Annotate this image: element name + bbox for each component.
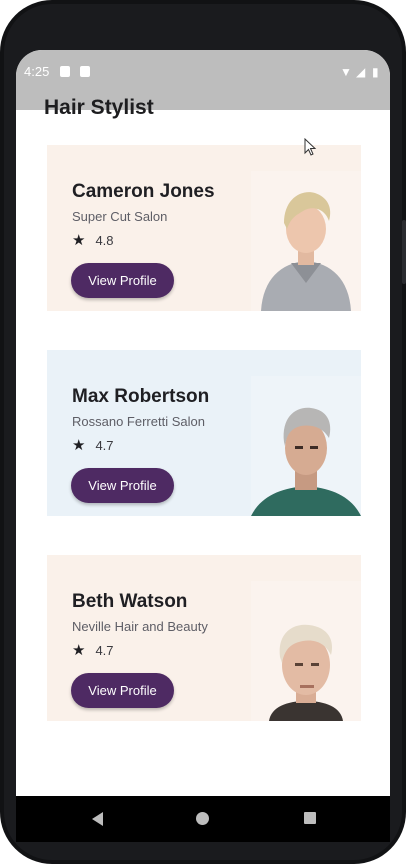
stylist-name: Max Robertson	[72, 386, 210, 407]
stylist-card-cameron: Cameron Jones Super Cut Salon ★ 4.8 View…	[47, 145, 361, 311]
view-profile-button[interactable]: View Profile	[71, 468, 174, 503]
status-time: 4:25	[24, 64, 50, 79]
mouse-cursor-icon	[304, 138, 317, 156]
sim-icon	[80, 66, 90, 77]
recents-icon[interactable]	[304, 812, 316, 824]
signal-icon: ◢	[356, 65, 366, 79]
battery-icon: ▮	[372, 65, 379, 79]
stylist-photo	[251, 171, 361, 311]
navigation-bar	[16, 796, 390, 842]
stylist-name: Cameron Jones	[72, 181, 215, 202]
rating: ★ 4.8	[72, 233, 114, 248]
app-screen: 4:25 ▼ ◢ ▮ Hair Stylist Cameron Jones Su…	[16, 50, 390, 796]
view-profile-button[interactable]: View Profile	[71, 673, 174, 708]
stylist-card-max: Max Robertson Rossano Ferretti Salon ★ 4…	[47, 350, 361, 516]
rating-value: 4.7	[95, 643, 114, 658]
page-title: Hair Stylist	[44, 96, 154, 119]
back-icon[interactable]	[92, 812, 103, 826]
rating-value: 4.7	[95, 438, 114, 453]
notification-icon	[60, 66, 70, 77]
rating: ★ 4.7	[72, 438, 114, 453]
wifi-icon: ▼	[340, 65, 352, 79]
power-button	[402, 220, 406, 284]
stylist-card-beth: Beth Watson Neville Hair and Beauty ★ 4.…	[47, 555, 361, 721]
rating-value: 4.8	[95, 233, 114, 248]
stylist-photo	[251, 376, 361, 516]
salon-name: Rossano Ferretti Salon	[72, 414, 205, 429]
rating: ★ 4.7	[72, 643, 114, 658]
salon-name: Super Cut Salon	[72, 209, 168, 224]
view-profile-button[interactable]: View Profile	[71, 263, 174, 298]
star-icon: ★	[72, 232, 86, 249]
star-icon: ★	[72, 642, 86, 659]
home-icon[interactable]	[196, 812, 209, 825]
salon-name: Neville Hair and Beauty	[72, 619, 208, 634]
stylist-photo	[251, 581, 361, 721]
star-icon: ★	[72, 437, 86, 454]
stylist-name: Beth Watson	[72, 591, 188, 612]
